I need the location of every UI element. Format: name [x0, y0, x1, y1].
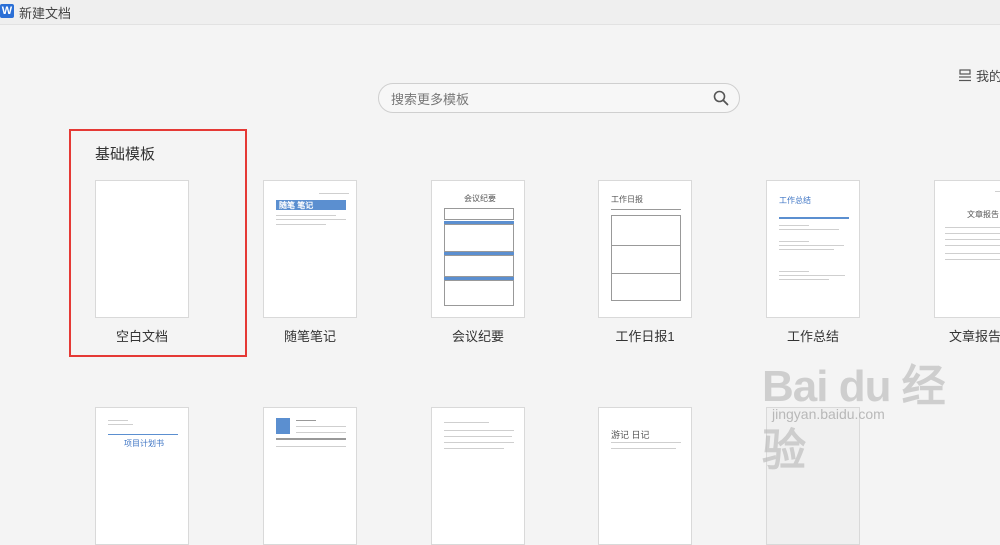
- thumb-title: 工作总结: [779, 196, 811, 205]
- thumb-title: 会议纪要: [464, 194, 496, 203]
- template-search-box[interactable]: [378, 83, 740, 113]
- my-templates-link[interactable]: 我的: [958, 66, 1000, 86]
- template-stack-icon: [959, 69, 971, 82]
- template-thumbnail-meeting[interactable]: 会议纪要: [431, 180, 525, 318]
- baidu-jingyan-watermark: Bai du 经验 jingyan.baidu.com: [752, 340, 982, 475]
- thumb-title: 文章报告: [967, 210, 999, 219]
- thumb-title: 项目计划书: [124, 439, 164, 448]
- template-thumbnail-document[interactable]: [431, 407, 525, 545]
- template-label[interactable]: 空白文档: [116, 326, 168, 345]
- my-templates-label: 我的: [976, 69, 1000, 84]
- title-bar: W 新建文档: [0, 0, 1000, 25]
- window-title: 新建文档: [19, 6, 72, 21]
- search-input[interactable]: [389, 89, 703, 109]
- template-thumbnail-travel-diary[interactable]: 游记 日记: [598, 407, 692, 545]
- template-thumbnail-resume[interactable]: [263, 407, 357, 545]
- thumb-title: 工作日报: [611, 195, 643, 204]
- template-thumbnail-project-plan[interactable]: 项目计划书: [95, 407, 189, 545]
- thumb-title: 随笔 笔记: [279, 201, 314, 210]
- template-thumbnail-blank[interactable]: [95, 180, 189, 318]
- template-label[interactable]: 工作日报1: [615, 326, 674, 345]
- template-thumbnail-article[interactable]: 文章报告: [934, 180, 1000, 318]
- template-label[interactable]: 随笔笔记: [284, 326, 336, 345]
- wps-writer-icon: W: [0, 4, 14, 18]
- template-thumbnail-daily-report[interactable]: 工作日报: [598, 180, 692, 318]
- template-label[interactable]: 会议纪要: [452, 326, 504, 345]
- template-thumbnail-notes[interactable]: 随笔 笔记: [263, 180, 357, 318]
- watermark-url: jingyan.baidu.com: [772, 406, 885, 422]
- thumb-title: 游记 日记: [611, 430, 650, 440]
- template-thumbnail-summary[interactable]: 工作总结: [766, 180, 860, 318]
- search-icon[interactable]: [713, 90, 729, 106]
